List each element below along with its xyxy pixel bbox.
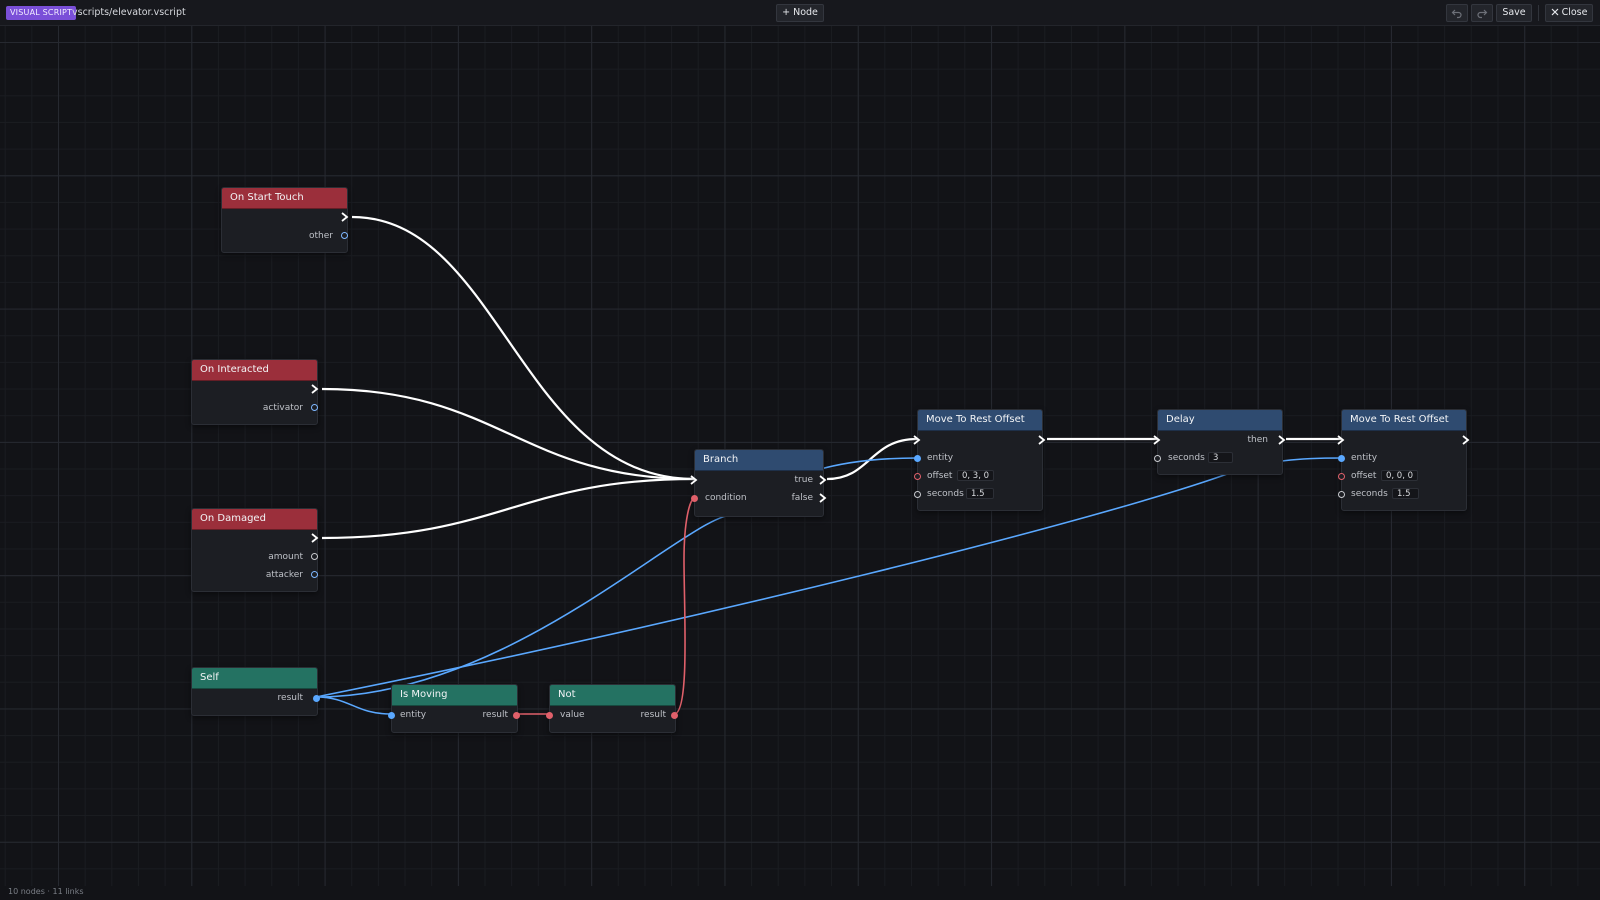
- seconds-value-field[interactable]: 3: [1208, 452, 1233, 463]
- pin-in-seconds[interactable]: [1154, 455, 1161, 462]
- pin-out-amount[interactable]: [311, 553, 318, 560]
- pin-label-entity: entity: [927, 453, 954, 463]
- node-title: Move To Rest Offset: [918, 410, 1042, 431]
- pin-label-result: result: [640, 710, 666, 720]
- pin-label-result: result: [277, 693, 303, 703]
- node-title: On Start Touch: [222, 188, 347, 209]
- pin-in-offset[interactable]: [914, 473, 921, 480]
- exec-in-pin[interactable]: [690, 475, 698, 485]
- status-bar: 10 nodes · 11 links: [0, 886, 1600, 900]
- node-title: On Damaged: [192, 509, 317, 530]
- pin-label-entity: entity: [1351, 453, 1378, 463]
- pin-in-seconds[interactable]: [914, 491, 921, 498]
- node-title: On Interacted: [192, 360, 317, 381]
- node-move-to-rest-offset-2[interactable]: Move To Rest Offset entity offset 0, 0, …: [1337, 409, 1470, 511]
- pin-label-activator: activator: [262, 403, 303, 413]
- pin-out-result[interactable]: [513, 712, 520, 719]
- pin-label-amount: amount: [268, 552, 303, 562]
- node-title: Delay: [1158, 410, 1282, 431]
- pin-label-offset: offset: [927, 471, 953, 481]
- node-delay[interactable]: Delay then seconds 3: [1153, 409, 1286, 475]
- pin-label-condition: condition: [705, 493, 747, 503]
- pin-in-condition[interactable]: [691, 495, 698, 502]
- exec-out-pin[interactable]: [311, 384, 319, 394]
- exec-out-pin[interactable]: [1038, 435, 1046, 445]
- pin-in-value[interactable]: [546, 712, 553, 719]
- status-text: 10 nodes · 11 links: [8, 887, 84, 896]
- undo-icon: [1451, 9, 1462, 19]
- exec-out-then-pin[interactable]: [1278, 435, 1286, 445]
- redo-icon: [1477, 9, 1488, 19]
- redo-button[interactable]: [1471, 4, 1493, 22]
- undo-button[interactable]: [1446, 4, 1468, 22]
- exec-in-pin[interactable]: [1153, 435, 1161, 445]
- exec-out-pin[interactable]: [341, 212, 349, 222]
- pin-label-false: false: [791, 493, 813, 503]
- pin-label-entity: entity: [400, 710, 427, 720]
- node-branch[interactable]: Branch true condition false: [690, 449, 827, 517]
- visual-script-badge: VISUAL SCRIPT: [6, 6, 77, 20]
- add-node-button[interactable]: + Node: [776, 4, 824, 22]
- pin-out-result[interactable]: [313, 695, 320, 702]
- node-title: Move To Rest Offset: [1342, 410, 1466, 431]
- pin-in-entity[interactable]: [914, 455, 921, 462]
- node-on-start-touch[interactable]: On Start Touch other: [221, 187, 349, 253]
- node-on-interacted[interactable]: On Interacted activator: [191, 359, 319, 425]
- pin-label-seconds: seconds: [927, 489, 964, 499]
- exec-in-pin[interactable]: [1337, 435, 1345, 445]
- pin-label-then: then: [1247, 435, 1268, 445]
- pin-label-offset: offset: [1351, 471, 1377, 481]
- wire-branch-true-to-move1: [826, 437, 918, 481]
- pin-label-seconds: seconds: [1351, 489, 1388, 499]
- pin-label-true: true: [794, 475, 813, 485]
- pin-in-offset[interactable]: [1338, 473, 1345, 480]
- pin-label-other: other: [309, 231, 333, 241]
- offset-value-field[interactable]: 0, 3, 0: [957, 470, 995, 481]
- node-self[interactable]: Self result: [191, 667, 320, 716]
- pin-out-activator[interactable]: [311, 404, 318, 411]
- exec-out-pin[interactable]: [1462, 435, 1470, 445]
- seconds-value-field[interactable]: 1.5: [1392, 488, 1419, 499]
- file-path: vscripts/elevator.vscript: [72, 7, 186, 18]
- pin-label-attacker: attacker: [265, 570, 303, 580]
- exec-out-pin[interactable]: [311, 533, 319, 543]
- toolbar-divider: [1538, 5, 1539, 21]
- wire-interacted-to-branch: [321, 387, 696, 481]
- pin-label-result: result: [482, 710, 508, 720]
- wire-damaged-to-branch: [321, 477, 696, 540]
- node-title: Branch: [695, 450, 823, 471]
- pin-label-value: value: [560, 710, 585, 720]
- exec-out-false-pin[interactable]: [819, 493, 827, 503]
- wire-not-to-branch-condition: [673, 498, 695, 715]
- node-move-to-rest-offset-1[interactable]: Move To Rest Offset entity offset 0, 3, …: [913, 409, 1046, 511]
- graph-canvas[interactable]: On Start Touch other On Interacted activ…: [0, 26, 1600, 886]
- pin-in-seconds[interactable]: [1338, 491, 1345, 498]
- exec-in-pin[interactable]: [913, 435, 921, 445]
- close-button[interactable]: Close: [1545, 4, 1593, 22]
- seconds-value-field[interactable]: 1.5: [966, 488, 994, 499]
- node-on-damaged[interactable]: On Damaged amount attacker: [191, 508, 319, 592]
- toolbar: VISUAL SCRIPT vscripts/elevator.vscript …: [0, 0, 1600, 26]
- pin-out-attacker[interactable]: [311, 571, 318, 578]
- pin-label-seconds: seconds: [1168, 453, 1205, 463]
- node-title: Self: [192, 668, 317, 689]
- close-icon: [1551, 8, 1558, 16]
- pin-in-entity[interactable]: [1338, 455, 1345, 462]
- close-label: Close: [1561, 7, 1588, 18]
- save-button[interactable]: Save: [1496, 4, 1532, 22]
- pin-in-entity[interactable]: [388, 712, 395, 719]
- node-is-moving[interactable]: Is Moving entity result: [388, 684, 520, 733]
- node-title: Not: [550, 685, 675, 706]
- node-not[interactable]: Not value result: [546, 684, 678, 733]
- wire-self-to-ismoving: [315, 696, 392, 715]
- pin-out-other[interactable]: [341, 232, 348, 239]
- pin-out-result[interactable]: [671, 712, 678, 719]
- node-title: Is Moving: [392, 685, 517, 706]
- exec-out-true-pin[interactable]: [819, 475, 827, 485]
- offset-value-field[interactable]: 0, 0, 0: [1381, 470, 1419, 481]
- wire-self-to-move2-entity: [315, 457, 1342, 698]
